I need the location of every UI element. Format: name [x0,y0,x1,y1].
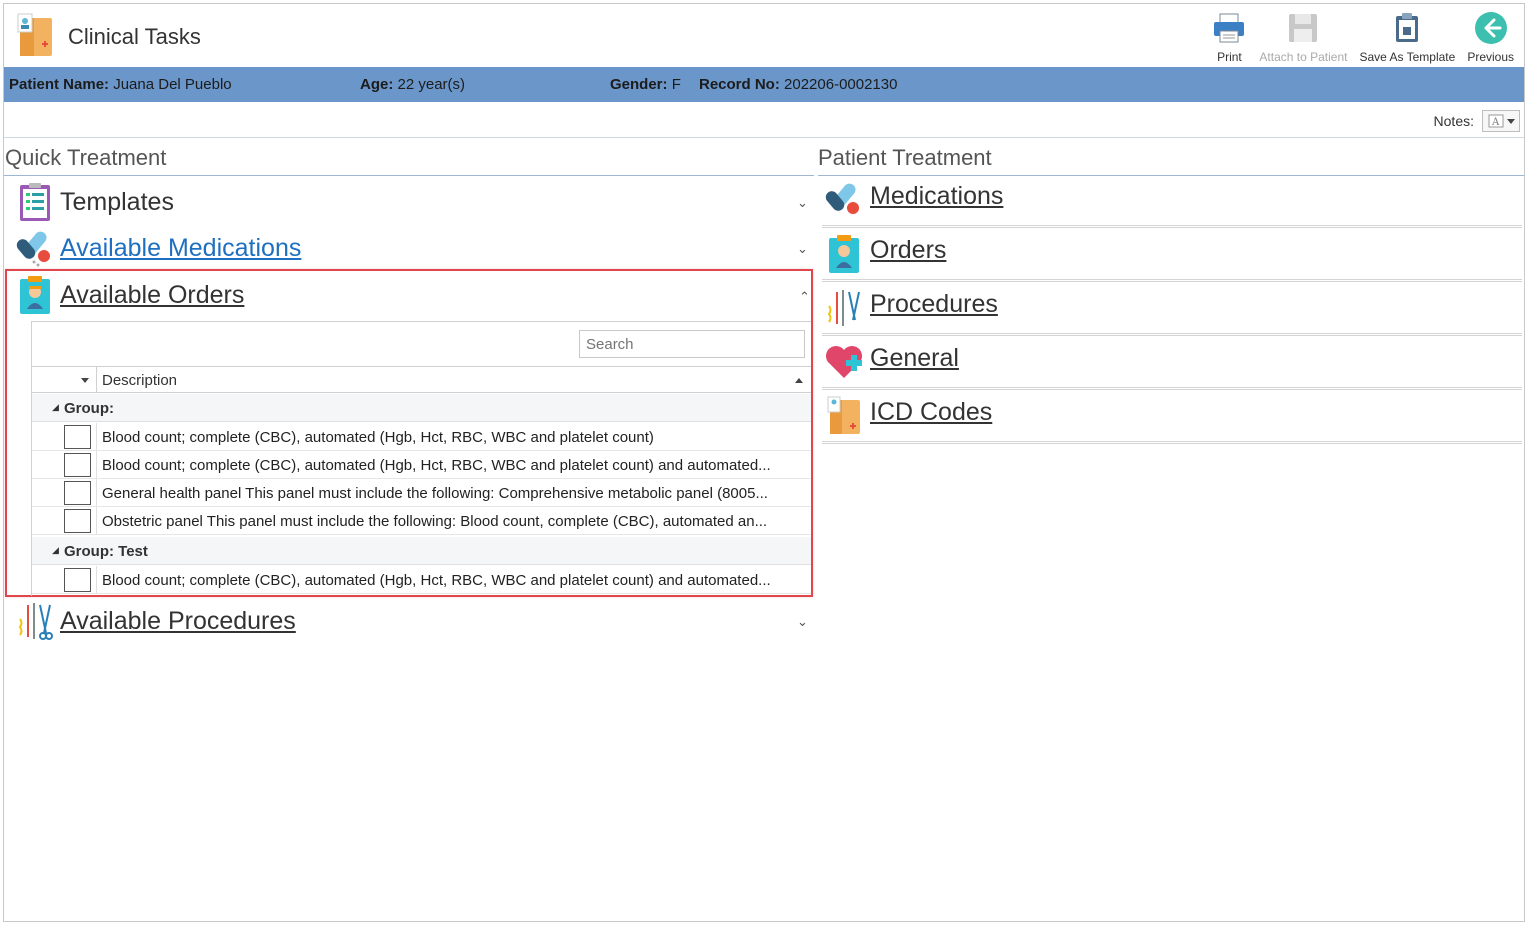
patient-orders-row[interactable]: Orders [822,228,1522,282]
heart-plus-icon [826,346,862,378]
quick-treatment-divider [4,175,814,176]
row-checkbox[interactable] [64,509,91,533]
surgical-tools-icon [18,603,53,640]
grid-header: Description [32,366,811,393]
patient-orders-link[interactable]: Orders [870,236,946,265]
record-label: Record No: [699,76,780,93]
app-window: Clinical Tasks Print Attach to Patient S… [3,3,1525,922]
table-row[interactable]: Blood count; complete (CBC), automated (… [32,451,811,479]
patient-name-field: Patient Name: Juana Del Pueblo [9,76,232,93]
orders-grid: Description ◢ Group: Blood count; comple… [31,321,811,596]
record-value: 202206-0002130 [784,76,898,93]
quick-treatment-title: Quick Treatment [5,145,167,170]
page-title: Clinical Tasks [68,24,201,49]
clinical-folder-icon [17,13,52,56]
row-checkbox[interactable] [64,425,91,449]
row-description: Blood count; complete (CBC), automated (… [102,572,771,589]
save-as-template-button[interactable]: Save As Template [1353,6,1461,64]
print-button[interactable]: Print [1205,6,1253,64]
age-label: Age: [360,76,394,93]
templates-label: Templates [60,187,174,216]
header: Clinical Tasks Print Attach to Patient S… [4,4,1524,67]
text-note-icon: A [1488,114,1503,128]
attach-to-patient-label: Attach to Patient [1259,50,1348,64]
patient-record-field: Record No: 202206-0002130 [699,76,897,93]
row-checkbox[interactable] [64,568,91,592]
row-description: Blood count; complete (CBC), automated (… [102,457,771,474]
row-checkbox[interactable] [64,453,91,477]
pills-icon [16,231,50,267]
row-description: Blood count; complete (CBC), automated (… [102,429,654,446]
available-orders-link[interactable]: Available Orders [60,281,244,310]
patient-name-value: Juana Del Pueblo [113,76,232,93]
pills-icon [825,183,859,214]
orders-chevron-up-icon[interactable]: ⌃ [799,289,810,305]
save-as-template-label: Save As Template [1359,50,1456,64]
group-row[interactable]: ◢ Group: Test [32,537,811,565]
clipboard-save-icon [1396,13,1419,42]
patient-medications-row[interactable]: Medications [822,174,1522,228]
patient-procedures-row[interactable]: Procedures [822,282,1522,336]
toolbar: Print Attach to Patient Save As Template… [1205,6,1520,66]
sort-ascending-icon[interactable] [795,378,803,383]
patient-icd-codes-link[interactable]: ICD Codes [870,398,992,427]
row-description: Obstetric panel This panel must include … [102,513,768,530]
available-procedures-accordion[interactable]: Available Procedures [16,601,296,641]
notes-label: Notes: [1433,113,1474,129]
group-label: Group: Test [64,543,148,560]
clinical-folder-icon [827,396,860,434]
table-row[interactable]: Blood count; complete (CBC), automated (… [32,423,811,451]
templates-accordion[interactable]: Templates [16,182,174,222]
procedures-chevron-down-icon[interactable]: ⌄ [797,614,808,630]
available-medications-link[interactable]: Available Medications [60,234,301,263]
printer-icon [1214,13,1245,43]
patient-treatment-title: Patient Treatment [818,145,992,170]
collapse-triangle-icon[interactable]: ◢ [52,402,59,413]
surgical-tools-icon [827,290,860,326]
print-label: Print [1217,50,1242,64]
doctor-clipboard-icon [829,235,859,273]
patient-procedures-link[interactable]: Procedures [870,290,998,319]
templates-chevron-down-icon[interactable]: ⌄ [797,195,808,211]
description-column-header[interactable]: Description [102,372,177,389]
medications-chevron-down-icon[interactable]: ⌄ [797,241,808,257]
available-orders-panel: Available Orders ⌃ Description ◢ Group: … [5,269,813,597]
collapse-triangle-icon[interactable]: ◢ [52,545,59,556]
gender-label: Gender: [610,76,668,93]
group-row[interactable]: ◢ Group: [32,394,811,422]
patient-age-field: Age: 22 year(s) [360,76,465,93]
previous-button[interactable]: Previous [1461,6,1520,64]
column-menu-arrow-icon[interactable] [81,378,89,383]
available-medications-accordion[interactable]: Available Medications [16,228,301,268]
svg-text:A: A [1491,117,1500,128]
doctor-clipboard-icon [20,276,50,314]
arrow-left-circle-icon [1474,12,1507,44]
patient-name-label: Patient Name: [9,76,110,93]
patient-general-row[interactable]: General [822,336,1522,390]
floppy-disk-icon [1289,14,1318,42]
orders-search-input[interactable] [579,330,805,358]
dropdown-arrow-icon [1506,118,1515,124]
notes-dropdown-button[interactable]: A [1482,110,1520,132]
patient-general-link[interactable]: General [870,344,959,373]
checklist-icon [20,183,50,221]
row-description: General health panel This panel must inc… [102,485,768,502]
table-row[interactable]: Blood count; complete (CBC), automated (… [32,566,811,594]
patient-gender-field: Gender: F [610,76,681,93]
patient-medications-link[interactable]: Medications [870,182,1003,211]
available-procedures-link[interactable]: Available Procedures [60,607,296,636]
patient-icd-codes-row[interactable]: ICD Codes [822,390,1522,444]
previous-label: Previous [1467,50,1514,64]
available-orders-accordion[interactable]: Available Orders [16,275,244,315]
patient-info-bar: Patient Name: Juana Del Pueblo Age: 22 y… [4,67,1524,102]
group-label: Group: [64,400,114,417]
notes-row: Notes: A [4,102,1524,138]
age-value: 22 year(s) [397,76,466,93]
row-checkbox[interactable] [64,481,91,505]
gender-value: F [671,76,681,93]
attach-to-patient-button[interactable]: Attach to Patient [1253,6,1353,64]
table-row[interactable]: Obstetric panel This panel must include … [32,507,811,535]
table-row[interactable]: General health panel This panel must inc… [32,479,811,507]
